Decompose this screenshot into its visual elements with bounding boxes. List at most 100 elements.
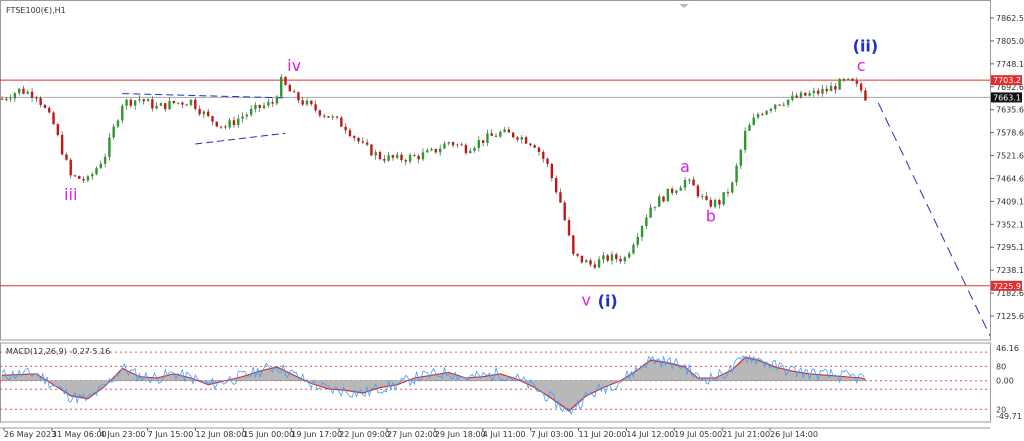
candle-body <box>675 190 678 193</box>
macd-panel-frame <box>0 342 991 423</box>
candle-body <box>559 192 562 203</box>
candle-body <box>17 88 21 94</box>
candle-body <box>357 137 360 142</box>
candle-body <box>593 264 596 268</box>
candle-body <box>310 100 313 105</box>
candle-body <box>615 254 618 259</box>
time-tick-label: 15 Jun 00:00 <box>243 430 294 439</box>
candle-body <box>447 142 450 144</box>
candle-body <box>816 90 820 94</box>
candle-body <box>91 174 94 177</box>
projection-line <box>877 102 991 336</box>
candle-body <box>739 149 743 166</box>
candle-body <box>658 196 661 207</box>
candle-body <box>99 163 102 169</box>
candle-body <box>503 129 506 132</box>
candle-body <box>486 133 489 143</box>
candle-body <box>103 156 107 164</box>
candle-body <box>434 148 438 153</box>
candle-body <box>228 120 231 128</box>
candle-body <box>129 99 133 106</box>
macd-label: MACD(12,26,9) -0.27 5.16 <box>6 347 110 356</box>
candle-body <box>82 178 85 181</box>
candle-body <box>408 155 412 162</box>
candle-body <box>284 76 287 85</box>
candle-body <box>700 196 704 198</box>
candle-body <box>623 257 627 262</box>
candle-body <box>430 148 433 151</box>
wave-label: (ii) <box>853 36 879 55</box>
candle-body <box>271 102 274 104</box>
wave-label: v <box>581 291 590 310</box>
candle-body <box>451 142 455 146</box>
candle-body <box>692 179 695 186</box>
candle-body <box>563 202 566 221</box>
candle-body <box>206 111 210 117</box>
candle-body <box>60 134 64 155</box>
candle-body <box>374 152 377 156</box>
price-panel-frame <box>0 0 991 341</box>
candle-body <box>322 115 326 117</box>
wave-label: iv <box>287 56 301 75</box>
candle-body <box>305 100 309 105</box>
candle-body <box>653 206 657 208</box>
candle-body <box>640 226 644 238</box>
candle-body <box>146 99 150 102</box>
candle-body <box>421 152 425 160</box>
candle-body <box>533 145 536 148</box>
candle-body <box>585 260 588 263</box>
candle-body <box>413 155 416 157</box>
candle-body <box>43 104 47 108</box>
candle-body <box>842 78 846 80</box>
candle-body <box>194 99 197 109</box>
candle-body <box>524 137 528 144</box>
candle-body <box>344 126 347 131</box>
candle-body <box>69 159 72 176</box>
candle-body <box>348 130 352 137</box>
candle-body <box>769 108 773 111</box>
candle-body <box>718 200 721 205</box>
candle-body <box>142 99 145 102</box>
candle-body <box>855 80 859 84</box>
candle-body <box>688 179 691 181</box>
candle-body <box>176 102 180 104</box>
candle-body <box>602 255 605 260</box>
level-price-label: 7703.2 <box>993 76 1021 85</box>
candle-body <box>95 168 98 175</box>
time-tick-label: 21 Jul 21:00 <box>722 430 770 439</box>
candle-body <box>731 182 734 193</box>
candle-body <box>383 159 386 161</box>
candle-body <box>138 99 141 101</box>
time-tick-label: 4 Jul 11:00 <box>483 430 526 439</box>
candle-body <box>133 100 137 106</box>
candle-body <box>297 92 300 101</box>
candle-body <box>5 98 8 100</box>
price-tick-label: 7238.1 <box>996 266 1024 275</box>
candle-body <box>662 196 665 202</box>
macd-tick-label: 46.16 <box>996 344 1019 353</box>
time-tick-label: 4 Jun 23:00 <box>100 430 146 439</box>
candle-body <box>159 103 163 106</box>
candle-body <box>756 114 760 118</box>
candle-body <box>116 120 120 127</box>
candle-body <box>249 108 253 115</box>
candle-body <box>241 116 244 119</box>
candle-body <box>202 111 206 115</box>
candle-body <box>164 103 167 110</box>
candle-body <box>215 121 218 127</box>
candle-body <box>404 160 407 162</box>
candle-body <box>473 147 476 151</box>
candle-body <box>86 176 90 181</box>
candle-body <box>22 88 25 94</box>
candle-body <box>232 120 236 125</box>
macd-histogram <box>1 356 866 413</box>
candle-body <box>477 140 481 148</box>
chart-title: FTSE100(€),H1 <box>6 6 66 15</box>
candle-body <box>301 100 304 105</box>
candle-body <box>258 104 261 108</box>
candle-body <box>649 207 652 218</box>
candle-body <box>245 114 249 117</box>
chart-svg: FTSE100(€),H17862.57805.07748.17692.6763… <box>0 0 1024 439</box>
candle-body <box>847 78 850 80</box>
candle-body <box>65 154 68 160</box>
